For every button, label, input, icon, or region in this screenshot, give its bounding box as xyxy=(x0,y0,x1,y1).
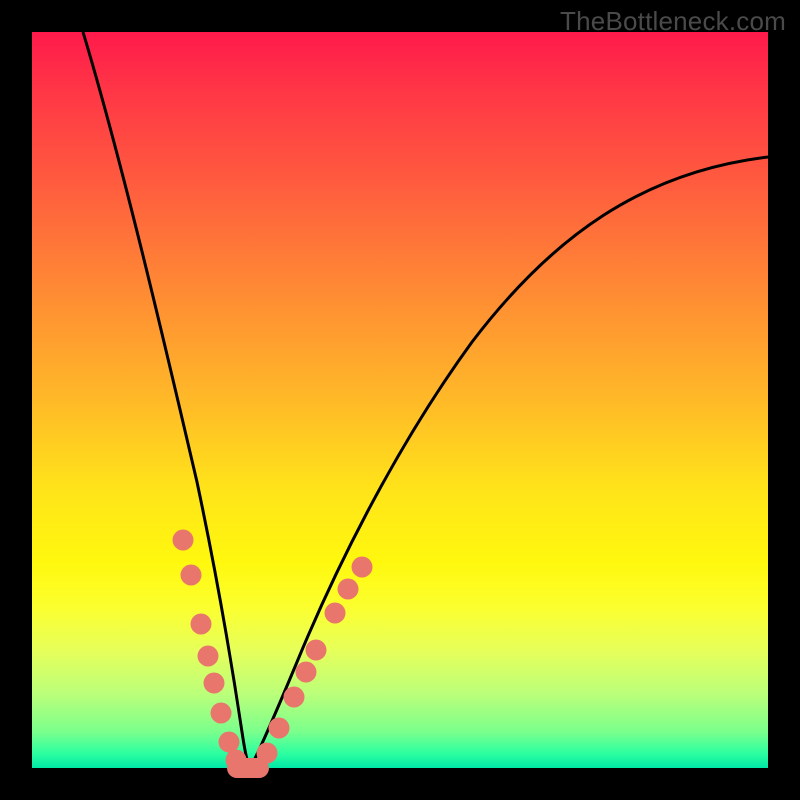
marker-dot xyxy=(269,717,290,738)
marker-dot xyxy=(172,529,193,550)
marker-dot xyxy=(284,686,305,707)
marker-dot xyxy=(352,557,373,578)
plot-area xyxy=(32,32,768,768)
curves-svg xyxy=(32,32,768,768)
marker-dot xyxy=(256,743,277,764)
left-curve xyxy=(83,32,250,768)
marker-dot xyxy=(211,702,232,723)
chart-frame: TheBottleneck.com xyxy=(0,0,800,800)
marker-dot xyxy=(180,565,201,586)
marker-dot xyxy=(306,640,327,661)
right-curve xyxy=(250,157,768,768)
marker-dot xyxy=(203,673,224,694)
marker-dot xyxy=(325,603,346,624)
marker-dot xyxy=(197,646,218,667)
marker-dot xyxy=(295,662,316,683)
marker-dot xyxy=(191,614,212,635)
marker-dot xyxy=(338,579,359,600)
